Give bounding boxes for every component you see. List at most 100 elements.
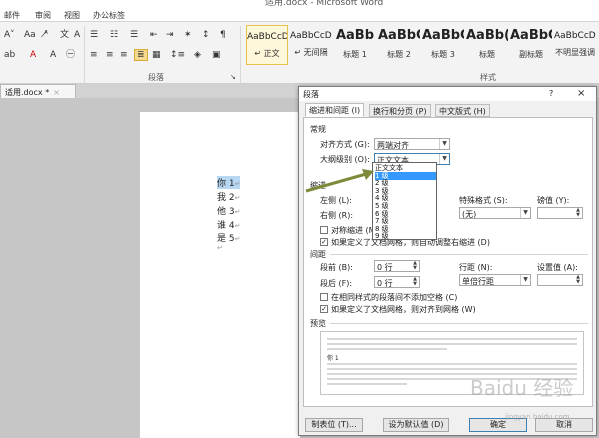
spinner-arrows-icon: ▲ ▼	[413, 276, 417, 287]
style-gallery-item[interactable]: AaBbCcDd ↵ 正文	[246, 25, 288, 65]
annotation-arrow-icon	[305, 169, 374, 193]
indent-by-label: 磅值 (Y):	[537, 196, 570, 205]
style-gallery-item[interactable]: AaBb 标题 1	[334, 25, 376, 65]
spacing-at-spinner[interactable]: ▲ ▼	[537, 274, 583, 286]
document-tab[interactable]: 适用.docx * ×	[0, 84, 76, 98]
close-icon[interactable]: ×	[577, 88, 585, 99]
snap-to-grid-checkbox[interactable]: ✓	[320, 305, 328, 313]
tab-asian-typography[interactable]: 中文版式 (H)	[435, 104, 490, 117]
line-spacing-label: 行距 (N):	[459, 263, 493, 272]
space-before-label: 段前 (B):	[320, 263, 353, 272]
chevron-down-icon: ▼	[439, 154, 449, 164]
increase-indent-icon[interactable]: ⇥	[166, 30, 174, 40]
set-default-button[interactable]: 设为默认值 (D)	[383, 418, 449, 432]
style-name: 标题	[479, 50, 495, 59]
justify-icon[interactable]: ≣	[134, 49, 148, 61]
alignment-label: 对齐方式 (G):	[320, 140, 370, 149]
outline-level-label: 大纲级别 (O):	[320, 155, 370, 164]
style-name: ↵ 正文	[254, 49, 280, 58]
window-title: 适用.docx - Microsoft Word	[265, 0, 384, 8]
style-name: 标题 2	[387, 50, 411, 59]
style-preview: AaBbCcDd	[554, 31, 596, 41]
style-gallery-item[interactable]: AaBbC 标题 3	[422, 25, 464, 65]
help-icon[interactable]: ?	[549, 89, 553, 98]
divider	[330, 254, 588, 255]
ribbon-separator	[240, 26, 241, 84]
enclosed-char-icon[interactable]: ㊀	[66, 50, 75, 60]
spinner-arrows-icon: ▲ ▼	[413, 260, 417, 271]
close-icon[interactable]: ×	[53, 88, 60, 97]
divider	[330, 323, 588, 324]
line-spacing-select[interactable]: 单倍行距 ▼	[459, 274, 531, 286]
distributed-icon[interactable]: ▦	[152, 50, 161, 60]
auto-right-indent-checkbox[interactable]: ✓	[320, 238, 328, 246]
style-gallery-item[interactable]: AaBb(标题	[466, 25, 508, 65]
menu-review[interactable]: 审阅	[35, 10, 51, 21]
chinese-layout-icon[interactable]: ✶	[184, 30, 192, 40]
document-line[interactable]: 你 1↵	[217, 176, 241, 189]
char-shading-icon[interactable]: A	[50, 50, 56, 60]
tabs-button[interactable]: 制表位 (T)...	[305, 418, 363, 432]
clear-format-icon[interactable]: ᴬ̸	[44, 30, 48, 40]
no-space-same-style-checkbox[interactable]	[320, 293, 328, 301]
align-center-icon[interactable]: ≡	[106, 50, 114, 60]
space-after-label: 段后 (F):	[320, 279, 353, 288]
highlight-icon[interactable]: ab	[4, 50, 15, 60]
char-border-icon[interactable]: A	[74, 30, 80, 40]
numbering-icon[interactable]: ☷	[110, 30, 118, 40]
font-color-icon[interactable]: A	[30, 50, 36, 60]
style-gallery-item[interactable]: AaBbCcDd 不明显强调	[554, 25, 596, 65]
chevron-down-icon: ▼	[520, 208, 530, 218]
document-line[interactable]: 谁 4↵	[217, 218, 240, 231]
style-gallery-item[interactable]: AaBbC 标题 2	[378, 25, 420, 65]
indent-right-label: 右侧 (R):	[320, 211, 354, 220]
style-name: 不明显强调	[555, 48, 595, 57]
align-right-icon[interactable]: ≡	[120, 50, 128, 60]
space-before-spinner[interactable]: 0 行 ▲ ▼	[374, 260, 420, 272]
ribbon: A˅ Aa ᴬ̸ 文 A ab A A ㊀ ☰ ☷ ☰ ⇤ ⇥ ✶ ↕ ¶ ≡ …	[0, 22, 599, 84]
dialog-title-bar: 段落 ? ×	[299, 87, 596, 101]
line-spacing-icon[interactable]: ↕≡	[170, 50, 185, 60]
tab-indents-spacing[interactable]: 缩进和间距 (I)	[305, 103, 365, 117]
paragraph-launcher-icon[interactable]: ↘	[230, 72, 236, 82]
special-format-select[interactable]: (无) ▼	[459, 207, 531, 219]
style-gallery-item[interactable]: AaBbC 副标题	[510, 25, 552, 65]
align-left-icon[interactable]: ≡	[90, 50, 98, 60]
no-space-same-style-label: 在相同样式的段落间不添加空格 (C)	[331, 293, 458, 302]
alignment-select[interactable]: 两端对齐 ▼	[374, 138, 450, 150]
change-case-icon[interactable]: Aa	[24, 30, 36, 40]
multilevel-icon[interactable]: ☰	[130, 30, 138, 40]
styles-group-label: 样式	[480, 73, 496, 82]
menu-bar: 邮件 审阅 视图 办公标签	[0, 8, 599, 22]
decrease-indent-icon[interactable]: ⇤	[150, 30, 158, 40]
style-gallery-item[interactable]: AaBbCcDd ↵ 无间隔	[290, 25, 332, 65]
tab-line-page-breaks[interactable]: 换行和分页 (P)	[369, 104, 431, 117]
document-tab-label: 适用.docx *	[5, 88, 50, 97]
bullets-icon[interactable]: ☰	[90, 30, 98, 40]
show-marks-icon[interactable]: ¶	[220, 30, 226, 40]
indent-by-spinner[interactable]: ▲ ▼	[537, 207, 583, 219]
menu-office-tab[interactable]: 办公标签	[93, 10, 125, 21]
space-after-spinner[interactable]: 0 行 ▲ ▼	[374, 276, 420, 288]
menu-mailings[interactable]: 邮件	[4, 10, 20, 21]
sort-icon[interactable]: ↕	[202, 30, 210, 40]
outline-level-option[interactable]: 9 级	[375, 232, 436, 240]
borders-icon[interactable]: ▣	[212, 50, 221, 60]
menu-view[interactable]: 视图	[64, 10, 80, 21]
dialog-title: 段落	[303, 90, 319, 99]
outline-level-dropdown: 正文文本 1 级2 级3 级4 级5 级6 级7 级8 级9 级	[372, 162, 437, 240]
style-preview: AaBb	[335, 28, 375, 43]
phonetic-icon[interactable]: 文	[60, 30, 69, 40]
snap-to-grid-label: 如果定义了文档网格，则对齐到网格 (W)	[331, 305, 476, 314]
window-title-bar: 适用.docx - Microsoft Word	[0, 0, 599, 8]
shading-icon[interactable]: ◈	[194, 50, 201, 60]
mirror-indent-checkbox[interactable]	[320, 226, 328, 234]
ribbon-separator	[84, 26, 85, 84]
section-preview: 预览	[310, 319, 326, 328]
document-line[interactable]: 我 2↵	[217, 190, 240, 203]
document-line[interactable]: 他 3↵	[217, 204, 240, 217]
document-page[interactable]	[140, 112, 300, 438]
font-size-icon[interactable]: A˅	[4, 30, 15, 40]
chevron-down-icon: ▼	[439, 139, 449, 149]
spinner-arrows-icon: ▲ ▼	[576, 274, 580, 285]
